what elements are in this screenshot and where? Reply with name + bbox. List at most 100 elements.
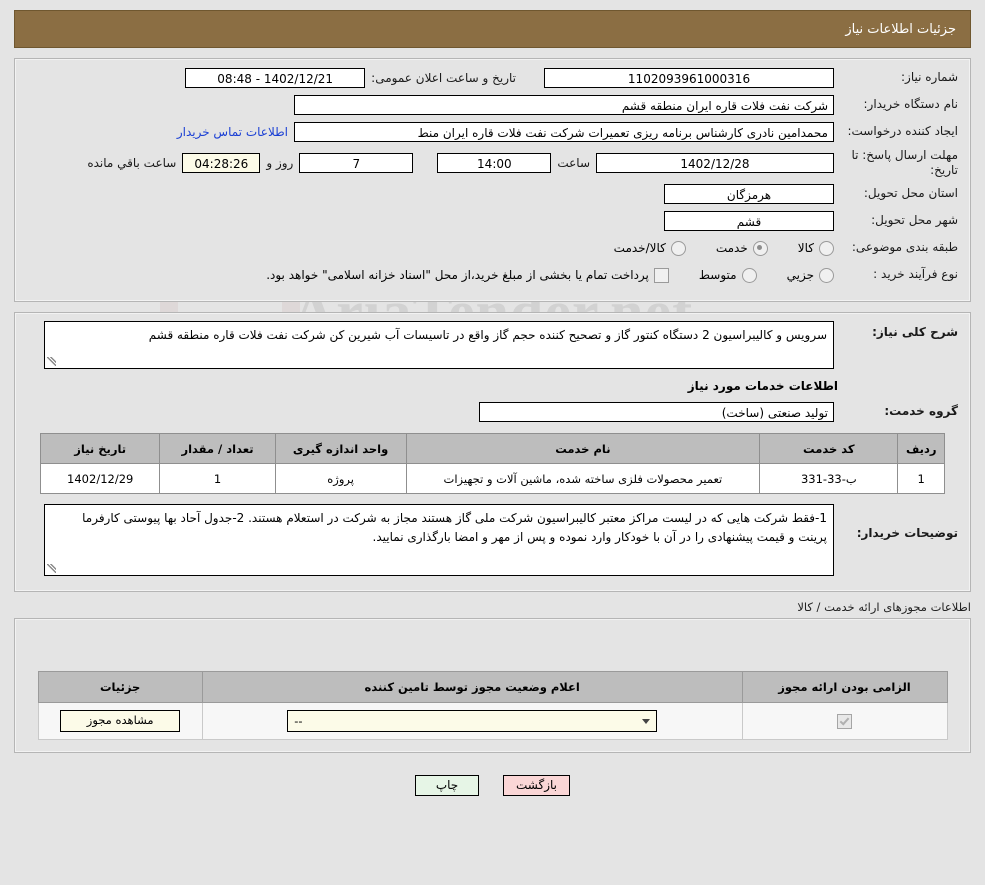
print-button[interactable]: چاپ <box>415 775 479 796</box>
checkbox-icon <box>653 267 669 283</box>
buyer-org-label: نام دستگاه خریدار: <box>863 97 959 112</box>
request-number-label: شماره نیاز: <box>901 70 958 85</box>
cell-service-code: ب-33-331 <box>759 463 899 494</box>
request-number-field[interactable]: 1102093961000316 <box>544 68 834 88</box>
remaining-time-field[interactable]: 04:28:26 <box>182 153 261 173</box>
description-label: شرح کلی نیاز: <box>872 325 958 339</box>
days-label: روز و <box>266 156 294 170</box>
public-announce-label: تاریخ و ساعت اعلان عمومی: <box>371 71 516 85</box>
treasury-note-checkbox[interactable]: پرداخت تمام یا بخشی از مبلغ خرید،از محل … <box>266 267 669 283</box>
services-section-heading: اطلاعات خدمات مورد نیاز <box>687 379 838 393</box>
radio-circle-icon <box>819 240 834 256</box>
cell-index: 1 <box>897 463 945 494</box>
row-deadline: مهلت ارسال پاسخ: تا تاریخ: 1402/12/28 سا… <box>27 148 958 178</box>
col-need-date: تاریخ نیاز <box>39 433 161 464</box>
creator-field[interactable]: محمدامین نادری کارشناس برنامه ریزی تعمیر… <box>294 122 834 142</box>
row-process-type: نوع فرآیند خرید : جزیي متوسط پرداخت تمام… <box>27 264 958 286</box>
row-description: شرح کلی نیاز: سرویس و کالیبراسیون 2 دستگ… <box>27 321 958 369</box>
permits-table: الزامی بودن ارائه مجوز اعلام وضعیت مجوز … <box>37 671 948 740</box>
buyer-contact-link[interactable]: اطلاعات تماس خریدار <box>171 125 294 139</box>
permit-status-select[interactable]: -- <box>287 710 658 732</box>
services-table: ردیف کد خدمت نام خدمت واحد اندازه گیری ت… <box>39 433 945 494</box>
category-label: طبقه بندی موضوعی: <box>851 240 958 255</box>
public-announce-field[interactable]: 1402/12/21 - 08:48 <box>185 68 366 88</box>
radio-circle-selected-icon <box>752 240 768 256</box>
description-textarea[interactable]: سرویس و کالیبراسیون 2 دستگاه کنتور گاز و… <box>44 321 834 369</box>
service-group-label: گروه خدمت: <box>884 404 958 419</box>
row-province: استان محل تحویل: هرمزگان <box>27 183 958 205</box>
page-title-bar: جزئیات اطلاعات نیاز <box>14 10 971 48</box>
cell-need-date: 1402/12/29 <box>39 463 161 494</box>
cell-permit-status: -- <box>201 702 743 740</box>
col-permit-details: جزئیات <box>37 671 203 703</box>
radio-circle-icon <box>819 267 834 283</box>
footer-actions: بازگشت چاپ <box>0 775 985 796</box>
city-field[interactable]: قشم <box>664 211 834 231</box>
row-buyer-notes: توضیحات خریدار: 1-فقط شرکت هایی که در لی… <box>27 504 958 576</box>
category-radio-kala[interactable]: کالا <box>797 240 834 256</box>
deadline-date-field[interactable]: 1402/12/28 <box>596 153 834 173</box>
col-quantity: تعداد / مقدار <box>159 433 276 464</box>
process-radio-motavaset[interactable]: متوسط <box>698 267 757 283</box>
col-permit-status: اعلام وضعیت مجوز توسط تامین کننده <box>201 671 743 703</box>
category-radio-group: کالا خدمت کالا/خدمت <box>588 240 834 256</box>
city-label: شهر محل تحویل: <box>871 213 958 228</box>
table-header-row: ردیف کد خدمت نام خدمت واحد اندازه گیری ت… <box>39 433 945 464</box>
process-option-label-1: متوسط <box>698 268 737 282</box>
permit-required-checkbox-icon <box>837 713 852 729</box>
creator-label: ایجاد کننده درخواست: <box>847 124 958 139</box>
back-button[interactable]: بازگشت <box>503 775 570 796</box>
deadline-label: مهلت ارسال پاسخ: تا تاریخ: <box>851 148 958 177</box>
process-option-label-0: جزیي <box>786 268 814 282</box>
category-radio-kala-khedmat[interactable]: کالا/خدمت <box>613 240 686 256</box>
province-label: استان محل تحویل: <box>863 186 958 201</box>
process-label: نوع فرآیند خرید : <box>873 267 958 282</box>
process-radio-group: جزیي متوسط پرداخت تمام یا بخشی از مبلغ خ… <box>240 267 834 283</box>
treasury-note-label: پرداخت تمام یا بخشی از مبلغ خرید،از محل … <box>266 268 649 282</box>
col-index: ردیف <box>897 433 945 464</box>
row-request-number: شماره نیاز: 1102093961000316 تاریخ و ساع… <box>27 67 958 89</box>
radio-circle-icon <box>670 240 686 256</box>
permits-panel: الزامی بودن ارائه مجوز اعلام وضعیت مجوز … <box>14 618 971 753</box>
category-option-label-0: کالا <box>797 241 814 255</box>
table-row: 1 ب-33-331 تعمیر محصولات فلزی ساخته شده،… <box>39 463 945 494</box>
col-unit: واحد اندازه گیری <box>274 433 407 464</box>
chevron-down-icon <box>642 718 651 724</box>
permits-heading: اطلاعات مجوزهای ارائه خدمت / کالا <box>797 600 971 614</box>
cell-unit: پروژه <box>274 463 407 494</box>
need-description-panel: شرح کلی نیاز: سرویس و کالیبراسیون 2 دستگ… <box>14 312 971 592</box>
view-permit-button[interactable]: مشاهده مجوز <box>60 710 181 732</box>
service-group-field[interactable]: تولید صنعتی (ساخت) <box>479 402 834 422</box>
page-root: جزئیات اطلاعات نیاز شماره نیاز: 11020939… <box>0 10 985 796</box>
page-title: جزئیات اطلاعات نیاز <box>845 21 956 37</box>
col-permit-required: الزامی بودن ارائه مجوز <box>741 671 948 703</box>
row-creator: ایجاد کننده درخواست: محمدامین نادری کارش… <box>27 121 958 143</box>
process-radio-jozi[interactable]: جزیي <box>786 267 834 283</box>
province-field[interactable]: هرمزگان <box>664 184 834 204</box>
buyer-notes-label: توضیحات خریدار: <box>856 526 958 540</box>
remaining-time-label: ساعت باقي مانده <box>87 156 177 170</box>
hour-label: ساعت <box>557 156 590 170</box>
permits-row: -- مشاهده مجوز <box>37 702 948 740</box>
need-info-panel: شماره نیاز: 1102093961000316 تاریخ و ساع… <box>14 58 971 302</box>
col-service-name: نام خدمت <box>405 433 761 464</box>
services-table-wrap: ردیف کد خدمت نام خدمت واحد اندازه گیری ت… <box>27 433 958 494</box>
row-buyer-org: نام دستگاه خریدار: شرکت نفت فلات قاره ای… <box>27 94 958 116</box>
row-city: شهر محل تحویل: قشم <box>27 210 958 232</box>
permit-status-value: -- <box>294 714 303 728</box>
cell-quantity: 1 <box>159 463 276 494</box>
permits-header-row: الزامی بودن ارائه مجوز اعلام وضعیت مجوز … <box>37 671 948 703</box>
row-category: طبقه بندی موضوعی: کالا خدمت کالا/خدمت <box>27 237 958 259</box>
category-option-label-1: خدمت <box>715 241 748 255</box>
row-service-group: گروه خدمت: تولید صنعتی (ساخت) <box>27 401 958 423</box>
category-radio-khedmat[interactable]: خدمت <box>715 240 768 256</box>
cell-service-name: تعمیر محصولات فلزی ساخته شده، ماشین آلات… <box>405 463 761 494</box>
remaining-days-field[interactable]: 7 <box>299 153 414 173</box>
col-service-code: کد خدمت <box>759 433 899 464</box>
buyer-notes-textarea[interactable]: 1-فقط شرکت هایی که در لیست مراکز معتبر ک… <box>44 504 834 576</box>
cell-permit-details: مشاهده مجوز <box>37 702 203 740</box>
deadline-time-field[interactable]: 14:00 <box>437 153 552 173</box>
radio-circle-icon <box>741 267 757 283</box>
buyer-org-field[interactable]: شرکت نفت فلات قاره ایران منطقه قشم <box>294 95 834 115</box>
category-option-label-2: کالا/خدمت <box>613 241 666 255</box>
